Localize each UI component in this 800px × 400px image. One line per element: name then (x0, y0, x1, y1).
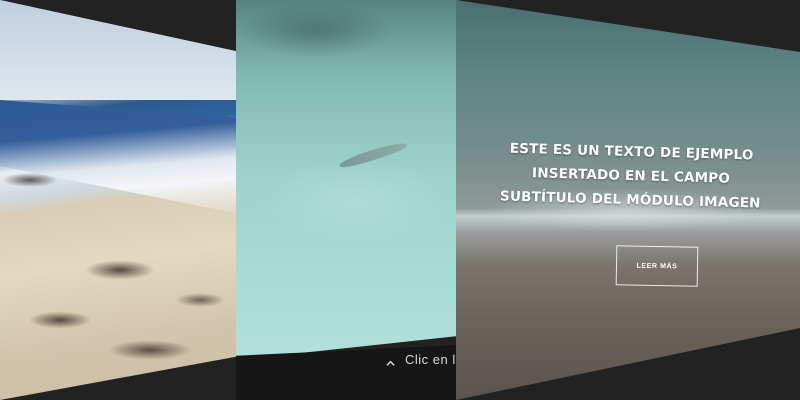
chevron-up-icon[interactable] (386, 359, 395, 368)
slide-water-image[interactable] (236, 0, 458, 360)
subtitle-line-2: SUBTÍTULO DEL MÓDULO IMAGEN (499, 188, 761, 212)
beach-sea (0, 100, 240, 214)
carousel-scene: Clic en la ESTE ES UN TEXTO DE EJEMPLO I… (0, 0, 800, 400)
slide-beach-image[interactable] (0, 0, 240, 400)
subtitle-line-1: ESTE ES UN TEXTO DE EJEMPLO INSERTADO EN… (509, 140, 754, 187)
beach-sky (0, 0, 240, 100)
image-module-subtitle: ESTE ES UN TEXTO DE EJEMPLO INSERTADO EN… (475, 136, 787, 217)
read-more-button[interactable]: LEER MÁS (615, 245, 699, 287)
